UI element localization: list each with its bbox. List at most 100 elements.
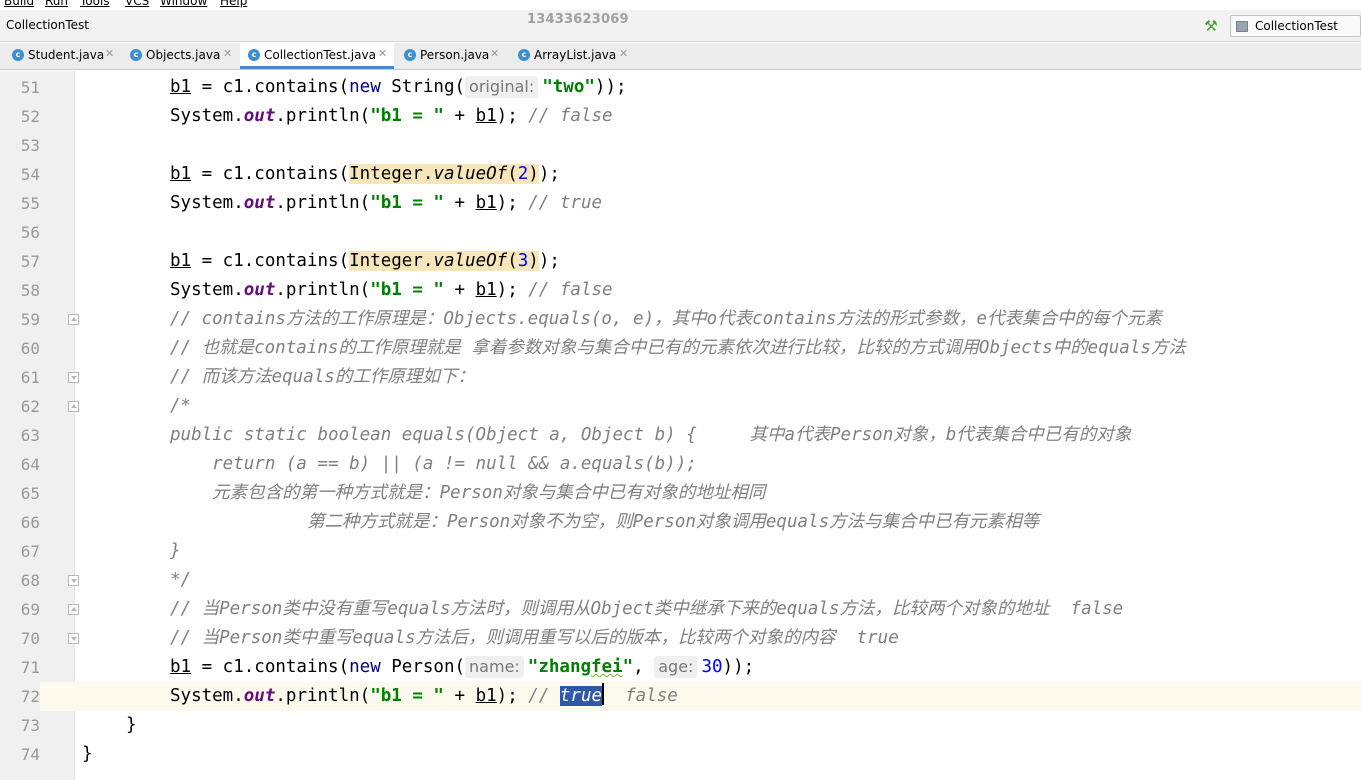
code-text[interactable]: b1 = c1.contains(new String(original: "tw… — [170, 73, 627, 102]
close-icon[interactable]: ✕ — [223, 47, 232, 60]
line-number: 58 — [20, 281, 40, 300]
code-comment[interactable]: public static boolean equals(Object a, O… — [170, 421, 1131, 450]
menu-window[interactable]: Window — [160, 0, 207, 8]
menu-build[interactable]: Build — [4, 0, 34, 8]
code-line[interactable]: 70 // 当Person类中重写equals方法后，则调用重写以后的版本，比较… — [0, 624, 1361, 653]
fold-icon[interactable] — [68, 401, 79, 412]
code-comment[interactable]: /* — [170, 392, 191, 421]
watermark-text: 13433623069 — [527, 12, 629, 27]
code-comment[interactable]: } — [170, 537, 181, 566]
code-line[interactable]: 68 */ — [0, 566, 1361, 595]
text-selection[interactable]: true — [559, 686, 603, 706]
token: String( — [380, 77, 466, 97]
fold-icon[interactable] — [68, 314, 79, 325]
project-breadcrumb[interactable]: CollectionTest — [6, 18, 89, 32]
tab-label: ArrayList.java — [534, 48, 617, 62]
token: b1 — [475, 193, 497, 213]
token: )); — [722, 657, 755, 677]
code-comment[interactable]: // contains方法的工作原理是：Objects.equals(o, e)… — [170, 305, 1162, 334]
close-icon[interactable]: ✕ — [105, 47, 114, 60]
navigation-bar: CollectionTest 13433623069 ⚒ CollectionT… — [0, 10, 1361, 42]
token: fei — [591, 657, 623, 677]
token: "two" — [542, 77, 595, 97]
token: out — [243, 280, 276, 300]
java-class-icon: c — [130, 49, 142, 61]
code-line[interactable]: 67 } — [0, 537, 1361, 566]
code-line[interactable]: 63 public static boolean equals(Object a… — [0, 421, 1361, 450]
code-line[interactable]: 71 b1 = c1.contains(new Person(name: "zha… — [0, 653, 1361, 682]
code-comment[interactable]: // 当Person类中没有重写equals方法时，则调用从Object类中继承… — [170, 595, 1123, 624]
token: + — [443, 106, 476, 126]
code-text[interactable]: System.out.println("b1 = " + b1); // tru… — [170, 189, 602, 218]
code-editor[interactable]: 51 b1 = c1.contains(new String(original:… — [0, 71, 1361, 780]
code-text[interactable]: } — [126, 711, 137, 740]
token: Integer. — [349, 164, 434, 184]
token: b1 — [475, 106, 497, 126]
close-icon[interactable]: ✕ — [619, 47, 628, 60]
menu-tools[interactable]: Tools — [80, 0, 110, 8]
code-line[interactable]: 56 — [0, 218, 1361, 247]
fold-icon[interactable] — [68, 575, 79, 586]
code-comment[interactable]: 第二种方式就是：Person对象不为空，则Person对象调用equals方法与… — [170, 508, 1039, 537]
code-line[interactable]: 61 // 而该方法equals的工作原理如下： — [0, 363, 1361, 392]
code-text[interactable]: b1 = c1.contains(Integer.valueOf(2)); — [170, 160, 560, 189]
line-number: 74 — [20, 745, 40, 764]
code-line[interactable]: 69 // 当Person类中没有重写equals方法时，则调用从Object类… — [0, 595, 1361, 624]
close-icon[interactable]: ✕ — [490, 47, 499, 60]
code-line[interactable]: 55 System.out.println("b1 = " + b1); // … — [0, 189, 1361, 218]
fold-icon[interactable] — [68, 372, 79, 383]
code-comment[interactable]: // 当Person类中重写equals方法后，则调用重写以后的版本，比较两个对… — [170, 624, 899, 653]
menu-vcs[interactable]: VCS — [125, 0, 149, 8]
code-line[interactable]: 74 } — [0, 740, 1361, 769]
code-line[interactable]: 54 b1 = c1.contains(Integer.valueOf(2)); — [0, 160, 1361, 189]
code-comment[interactable]: return (a == b) || (a != null && a.equal… — [170, 450, 697, 479]
code-line[interactable]: 52 System.out.println("b1 = " + b1); // … — [0, 102, 1361, 131]
code-line[interactable]: 73 } — [0, 711, 1361, 740]
tab-arraylist-java[interactable]: c ArrayList.java ✕ — [510, 43, 636, 69]
token: ) — [528, 164, 539, 184]
tab-label: Person.java — [420, 48, 490, 62]
tab-student-java[interactable]: c Student.java ✕ — [4, 43, 120, 69]
line-number: 52 — [20, 107, 40, 126]
run-configuration-selector[interactable]: CollectionTest — [1230, 15, 1361, 37]
code-comment[interactable]: // 也就是contains的工作原理就是 拿着参数对象与集合中已有的元素依次进… — [170, 334, 1186, 363]
code-text[interactable]: System.out.println("b1 = " + b1); // fal… — [170, 276, 613, 305]
code-line[interactable]: 64 return (a == b) || (a != null && a.eq… — [0, 450, 1361, 479]
close-icon[interactable]: ✕ — [378, 47, 387, 60]
line-number: 62 — [20, 397, 40, 416]
code-text[interactable]: } — [82, 740, 93, 769]
token: .println( — [275, 280, 371, 300]
token: + — [443, 280, 476, 300]
code-text[interactable]: b1 = c1.contains(new Person(name: "zhangf… — [170, 653, 754, 682]
code-comment[interactable]: // 而该方法equals的工作原理如下： — [170, 363, 475, 392]
build-hammer-icon[interactable]: ⚒ — [1202, 17, 1220, 35]
code-line[interactable]: 66 第二种方式就是：Person对象不为空，则Person对象调用equals… — [0, 508, 1361, 537]
code-line[interactable]: 57 b1 = c1.contains(Integer.valueOf(3)); — [0, 247, 1361, 276]
tab-objects-java[interactable]: c Objects.java ✕ — [122, 43, 238, 69]
menu-help[interactable]: Help — [220, 0, 247, 8]
code-line[interactable]: 65 元素包含的第一种方式就是：Person对象与集合中已有对象的地址相同 — [0, 479, 1361, 508]
code-text[interactable]: System.out.println("b1 = " + b1); // tru… — [170, 682, 678, 711]
line-number: 69 — [20, 600, 40, 619]
fold-icon[interactable] — [68, 633, 79, 644]
tab-collectiontest-java[interactable]: c CollectionTest.java ✕ — [240, 43, 394, 69]
code-comment[interactable]: */ — [170, 566, 191, 595]
token: ) — [528, 251, 539, 271]
code-line[interactable]: 59 // contains方法的工作原理是：Objects.equals(o,… — [0, 305, 1361, 334]
menu-run[interactable]: Run — [45, 0, 68, 8]
code-text[interactable]: b1 = c1.contains(Integer.valueOf(3)); — [170, 247, 560, 276]
fold-icon[interactable] — [68, 604, 79, 615]
code-line[interactable]: 58 System.out.println("b1 = " + b1); // … — [0, 276, 1361, 305]
code-line[interactable]: 60 // 也就是contains的工作原理就是 拿着参数对象与集合中已有的元素… — [0, 334, 1361, 363]
code-text[interactable]: System.out.println("b1 = " + b1); // fal… — [170, 102, 613, 131]
code-line-current[interactable]: 72 System.out.println("b1 = " + b1); // … — [0, 682, 1361, 711]
code-line[interactable]: 51 b1 = c1.contains(new String(original:… — [0, 73, 1361, 102]
code-comment[interactable]: 元素包含的第一种方式就是：Person对象与集合中已有对象的地址相同 — [170, 479, 765, 508]
code-line[interactable]: 62 /* — [0, 392, 1361, 421]
line-number: 51 — [20, 78, 40, 97]
java-class-icon: c — [404, 49, 416, 61]
code-line[interactable]: 53 — [0, 131, 1361, 160]
menu-bar: Build Run Tools VCS Window Help — [0, 0, 1361, 10]
parameter-hint: age: — [654, 656, 698, 678]
tab-person-java[interactable]: c Person.java ✕ — [396, 43, 506, 69]
